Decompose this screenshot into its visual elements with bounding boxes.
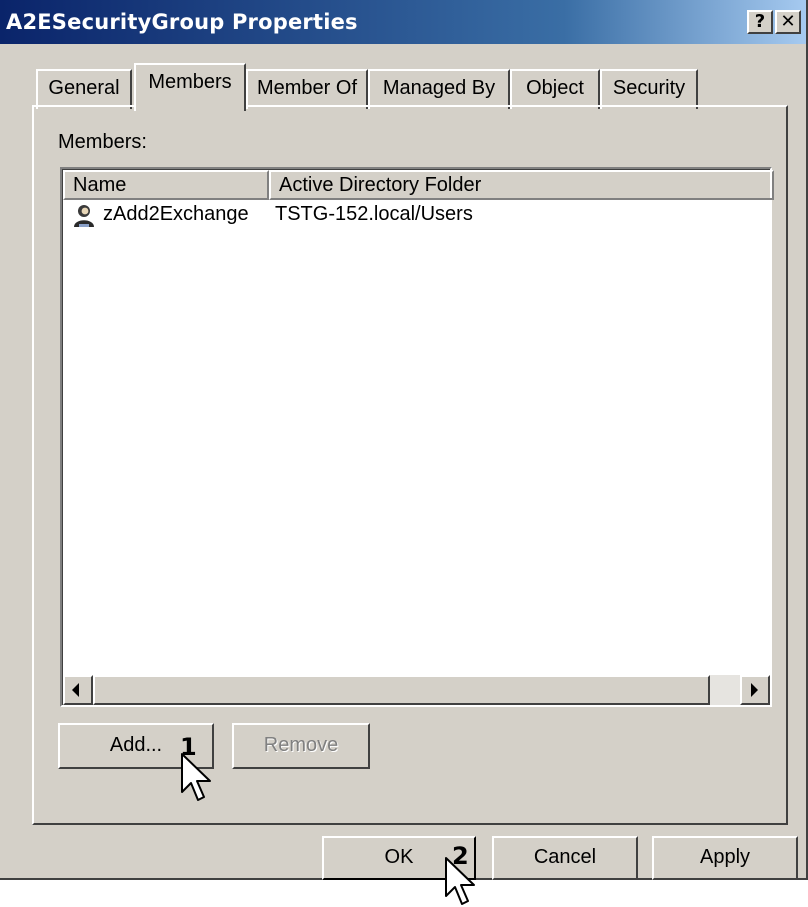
remove-button[interactable]: Remove — [232, 723, 370, 769]
tab-members[interactable]: Members — [134, 63, 246, 111]
list-header: Name Active Directory Folder — [63, 170, 774, 200]
apply-button[interactable]: Apply — [652, 836, 798, 880]
mouse-pointer-icon — [181, 753, 211, 801]
tab-security[interactable]: Security — [600, 69, 698, 109]
scroll-left-button[interactable] — [63, 675, 93, 705]
scroll-right-button[interactable] — [740, 675, 770, 705]
scroll-thumb[interactable] — [93, 675, 710, 705]
tab-member-of[interactable]: Member Of — [246, 69, 368, 109]
mouse-pointer-icon — [445, 857, 475, 905]
tab-object[interactable]: Object — [510, 69, 600, 109]
help-button[interactable]: ? — [747, 10, 773, 34]
list-item[interactable]: zAdd2Exchange TSTG-152.local/Users — [63, 200, 770, 230]
horizontal-scrollbar[interactable] — [63, 675, 770, 705]
members-label: Members: — [58, 131, 147, 153]
member-name: zAdd2Exchange — [103, 203, 249, 225]
user-icon — [71, 202, 97, 228]
properties-dialog: A2ESecurityGroup Properties ? ✕ General … — [0, 0, 808, 880]
cancel-button[interactable]: Cancel — [492, 836, 638, 880]
title-bar[interactable]: A2ESecurityGroup Properties ? ✕ — [0, 0, 806, 44]
close-button[interactable]: ✕ — [775, 10, 801, 34]
members-list[interactable]: Name Active Directory Folder zAdd2Exchan… — [60, 167, 774, 707]
tab-managed-by[interactable]: Managed By — [368, 69, 510, 109]
column-header-folder[interactable]: Active Directory Folder — [269, 170, 774, 200]
column-header-name[interactable]: Name — [63, 170, 269, 200]
tab-general[interactable]: General — [36, 69, 132, 109]
arrow-right-icon — [751, 683, 758, 697]
member-folder: TSTG-152.local/Users — [275, 203, 473, 225]
arrow-left-icon — [72, 683, 79, 697]
window-title: A2ESecurityGroup Properties — [6, 10, 358, 34]
